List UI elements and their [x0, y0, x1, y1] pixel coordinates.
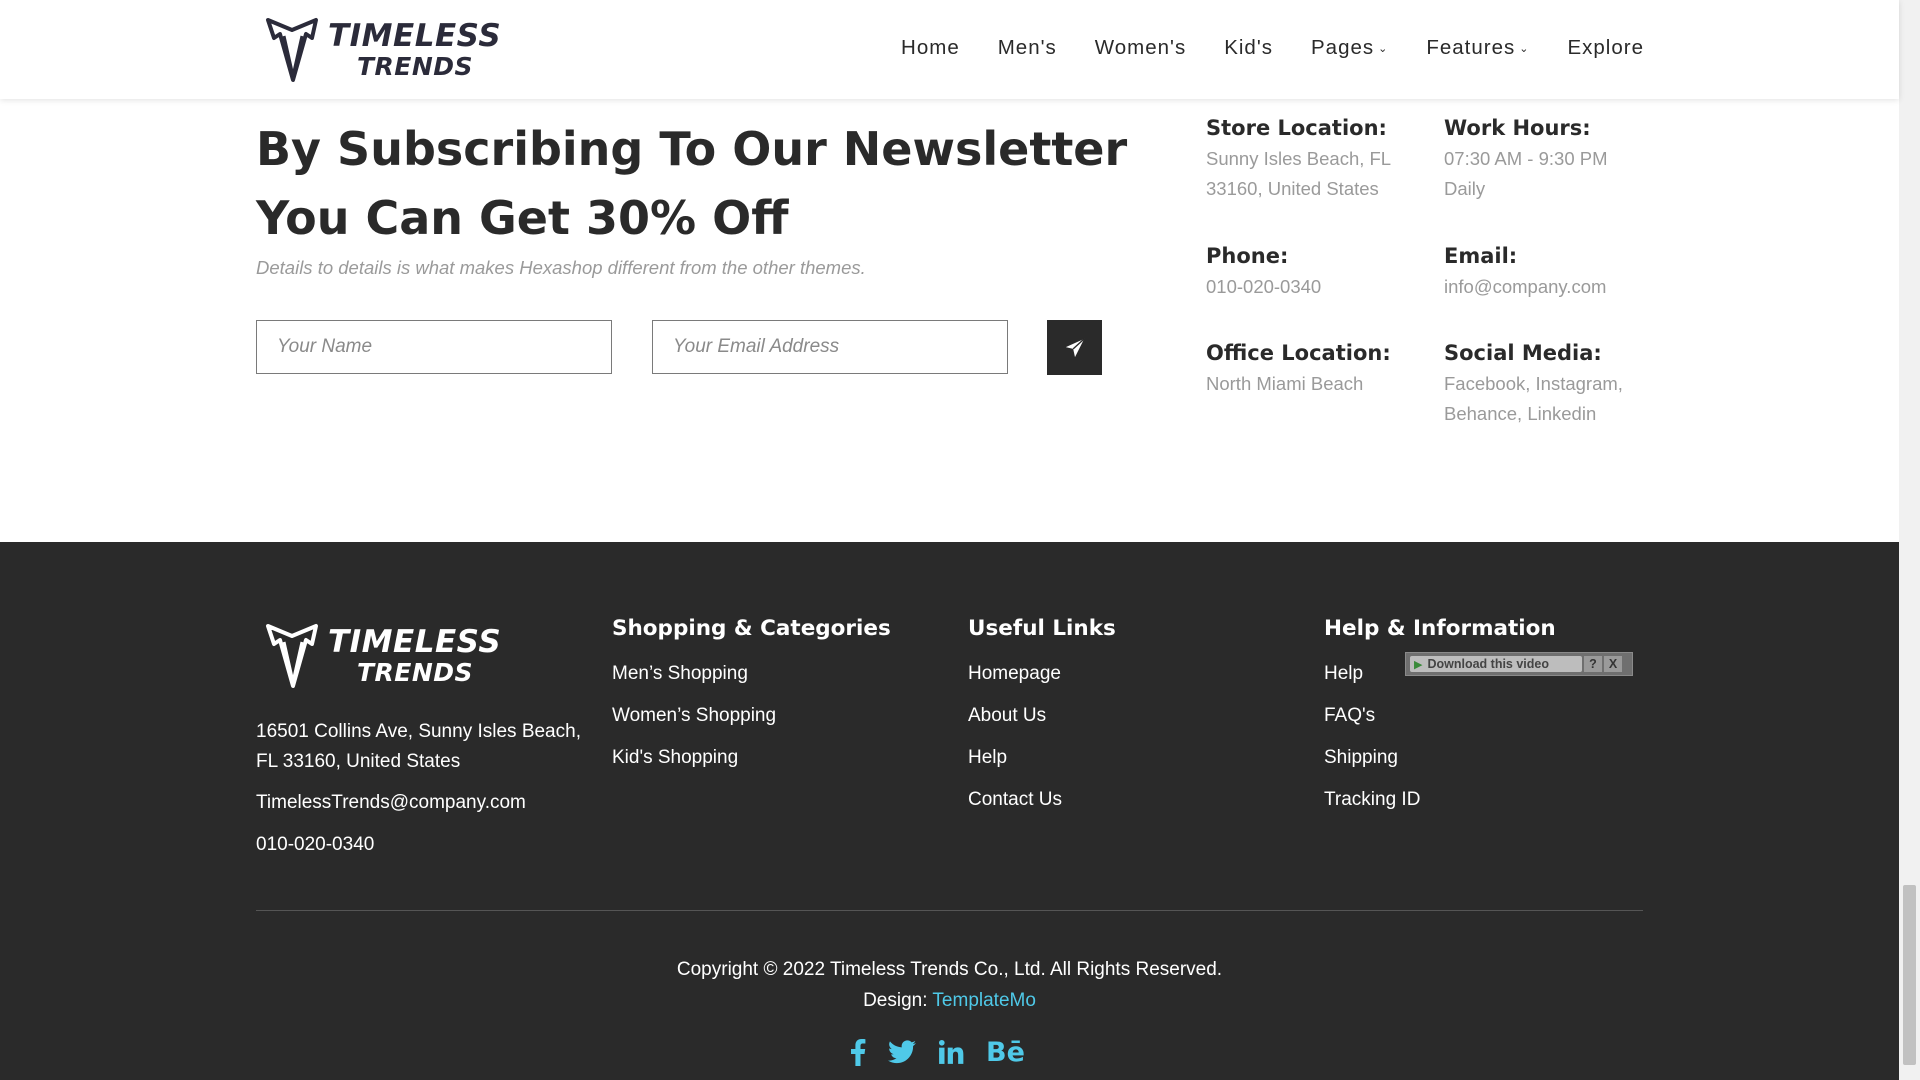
nav-features[interactable]: Features ⌄ — [1426, 36, 1529, 60]
nav-explore-label: Explore — [1567, 36, 1644, 59]
nav-explore[interactable]: Explore — [1567, 36, 1644, 60]
store-location-label: Store Location: — [1206, 116, 1387, 140]
chevron-down-icon: ⌄ — [1378, 42, 1389, 55]
help-information-column: Help & Information Help FAQ's Shipping T… — [1324, 616, 1556, 831]
templatemo-link[interactable]: TemplateMo — [932, 990, 1036, 1011]
link-help[interactable]: Help — [968, 747, 1116, 771]
footer-logo-text-trends: TRENDS — [357, 658, 474, 687]
logo-text-trends: TRENDS — [357, 52, 474, 81]
footer-logo[interactable]: TIMELESS TRENDS — [262, 622, 501, 690]
email-value: info@company.com — [1444, 276, 1607, 297]
social-media-label: Social Media: — [1444, 341, 1602, 365]
office-location-block: Office Location: North Miami Beach — [1206, 341, 1416, 399]
twitter-icon[interactable] — [888, 1037, 916, 1067]
footer-email[interactable]: TimelessTrends@company.com — [256, 792, 526, 814]
email-label: Email: — [1444, 244, 1518, 268]
site-logo[interactable]: TIMELESS TRENDS — [262, 16, 501, 84]
footer-divider — [256, 910, 1643, 911]
tuxedo-logo-icon — [266, 624, 318, 688]
site-footer: TIMELESS TRENDS 16501 Collins Ave, Sunny… — [0, 542, 1899, 1080]
download-video-widget: ▶ Download this video ? X — [1405, 652, 1633, 676]
close-icon[interactable]: X — [1604, 656, 1622, 672]
copyright-block: Copyright © 2022 Timeless Trends Co., Lt… — [0, 954, 1899, 1016]
link-womens-shopping[interactable]: Women’s Shopping — [612, 705, 891, 729]
tuxedo-logo-icon — [266, 18, 318, 82]
link-faqs[interactable]: FAQ's — [1324, 705, 1556, 729]
phone-label: Phone: — [1206, 244, 1289, 268]
download-video-label: Download this video — [1427, 657, 1550, 671]
facebook-icon[interactable] — [850, 1037, 866, 1067]
nav-mens[interactable]: Men's — [998, 36, 1057, 60]
footer-phone: 010-020-0340 — [256, 834, 375, 855]
link-contact-us[interactable]: Contact Us — [968, 789, 1116, 813]
useful-links-column: Useful Links Homepage About Us Help Cont… — [968, 616, 1116, 831]
social-media-block: Social Media: Facebook, Instagram, Behan… — [1444, 341, 1649, 429]
nav-womens[interactable]: Women's — [1095, 36, 1186, 60]
design-credit: Design: TemplateMo — [0, 985, 1899, 1016]
nav-womens-label: Women's — [1094, 36, 1187, 59]
shopping-categories-heading: Shopping & Categories — [612, 616, 891, 641]
name-input[interactable] — [256, 320, 612, 374]
logo-text-timeless: TIMELESS — [328, 18, 502, 54]
behance-icon[interactable]: Bē — [986, 1037, 1025, 1068]
linkedin-icon[interactable] — [938, 1037, 964, 1067]
link-homepage[interactable]: Homepage — [968, 663, 1116, 687]
paper-plane-icon — [1065, 337, 1085, 357]
office-location-label: Office Location: — [1206, 341, 1391, 365]
copyright-text: Copyright © 2022 Timeless Trends Co., Lt… — [676, 959, 1223, 980]
store-location-block: Store Location: Sunny Isles Beach, FL 33… — [1206, 116, 1416, 204]
email-block: Email: info@company.com — [1444, 244, 1654, 302]
work-hours-value: 07:30 AM - 9:30 PM Daily — [1444, 148, 1608, 199]
nav-kids-label: Kid's — [1224, 36, 1273, 59]
download-video-button[interactable]: ▶ Download this video — [1410, 656, 1582, 672]
play-icon: ▶ — [1414, 658, 1423, 671]
nav-pages-label: Pages — [1311, 36, 1375, 59]
nav-home[interactable]: Home — [901, 36, 960, 60]
email-input[interactable] — [652, 320, 1008, 374]
subscribe-button[interactable] — [1047, 320, 1102, 375]
newsletter-heading: By Subscribing To Our Newsletter You Can… — [256, 122, 1128, 245]
link-shipping[interactable]: Shipping — [1324, 747, 1556, 771]
nav-kids[interactable]: Kid's — [1224, 36, 1273, 60]
design-label: Design: — [863, 990, 928, 1011]
link-tracking-id[interactable]: Tracking ID — [1324, 789, 1556, 813]
newsletter-description: Details to details is what makes Hexasho… — [256, 257, 866, 278]
work-hours-block: Work Hours: 07:30 AM - 9:30 PM Daily — [1444, 116, 1644, 204]
nav-pages[interactable]: Pages ⌄ — [1311, 36, 1388, 60]
site-header: TIMELESS TRENDS Home Men's Women's Kid's… — [0, 0, 1899, 99]
help-icon[interactable]: ? — [1584, 656, 1602, 672]
nav-mens-label: Men's — [997, 36, 1057, 59]
office-location-value: North Miami Beach — [1206, 373, 1364, 394]
link-about-us[interactable]: About Us — [968, 705, 1116, 729]
scrollbar-thumb[interactable] — [1903, 885, 1916, 1065]
phone-value: 010-020-0340 — [1206, 276, 1322, 297]
link-kids-shopping[interactable]: Kid's Shopping — [612, 747, 891, 771]
link-mens-shopping[interactable]: Men’s Shopping — [612, 663, 891, 687]
nav-home-label: Home — [901, 36, 960, 59]
footer-logo-text-timeless: TIMELESS — [328, 624, 502, 660]
social-icons: Bē — [850, 1037, 1025, 1068]
useful-links-heading: Useful Links — [968, 616, 1116, 641]
footer-address: 16501 Collins Ave, Sunny Isles Beach, FL… — [256, 721, 581, 772]
phone-block: Phone: 010-020-0340 — [1206, 244, 1416, 302]
store-location-value: Sunny Isles Beach, FL 33160, United Stat… — [1206, 148, 1391, 199]
nav-features-label: Features — [1426, 36, 1516, 59]
chevron-down-icon: ⌄ — [1519, 42, 1530, 55]
help-information-heading: Help & Information — [1324, 616, 1556, 641]
social-media-value: Facebook, Instagram, Behance, Linkedin — [1444, 373, 1623, 424]
main-nav: Home Men's Women's Kid's Pages ⌄ Features… — [863, 36, 1644, 60]
shopping-categories-column: Shopping & Categories Men’s Shopping Wom… — [612, 616, 891, 789]
page-scrollbar[interactable] — [1899, 0, 1920, 1080]
work-hours-label: Work Hours: — [1444, 116, 1591, 140]
